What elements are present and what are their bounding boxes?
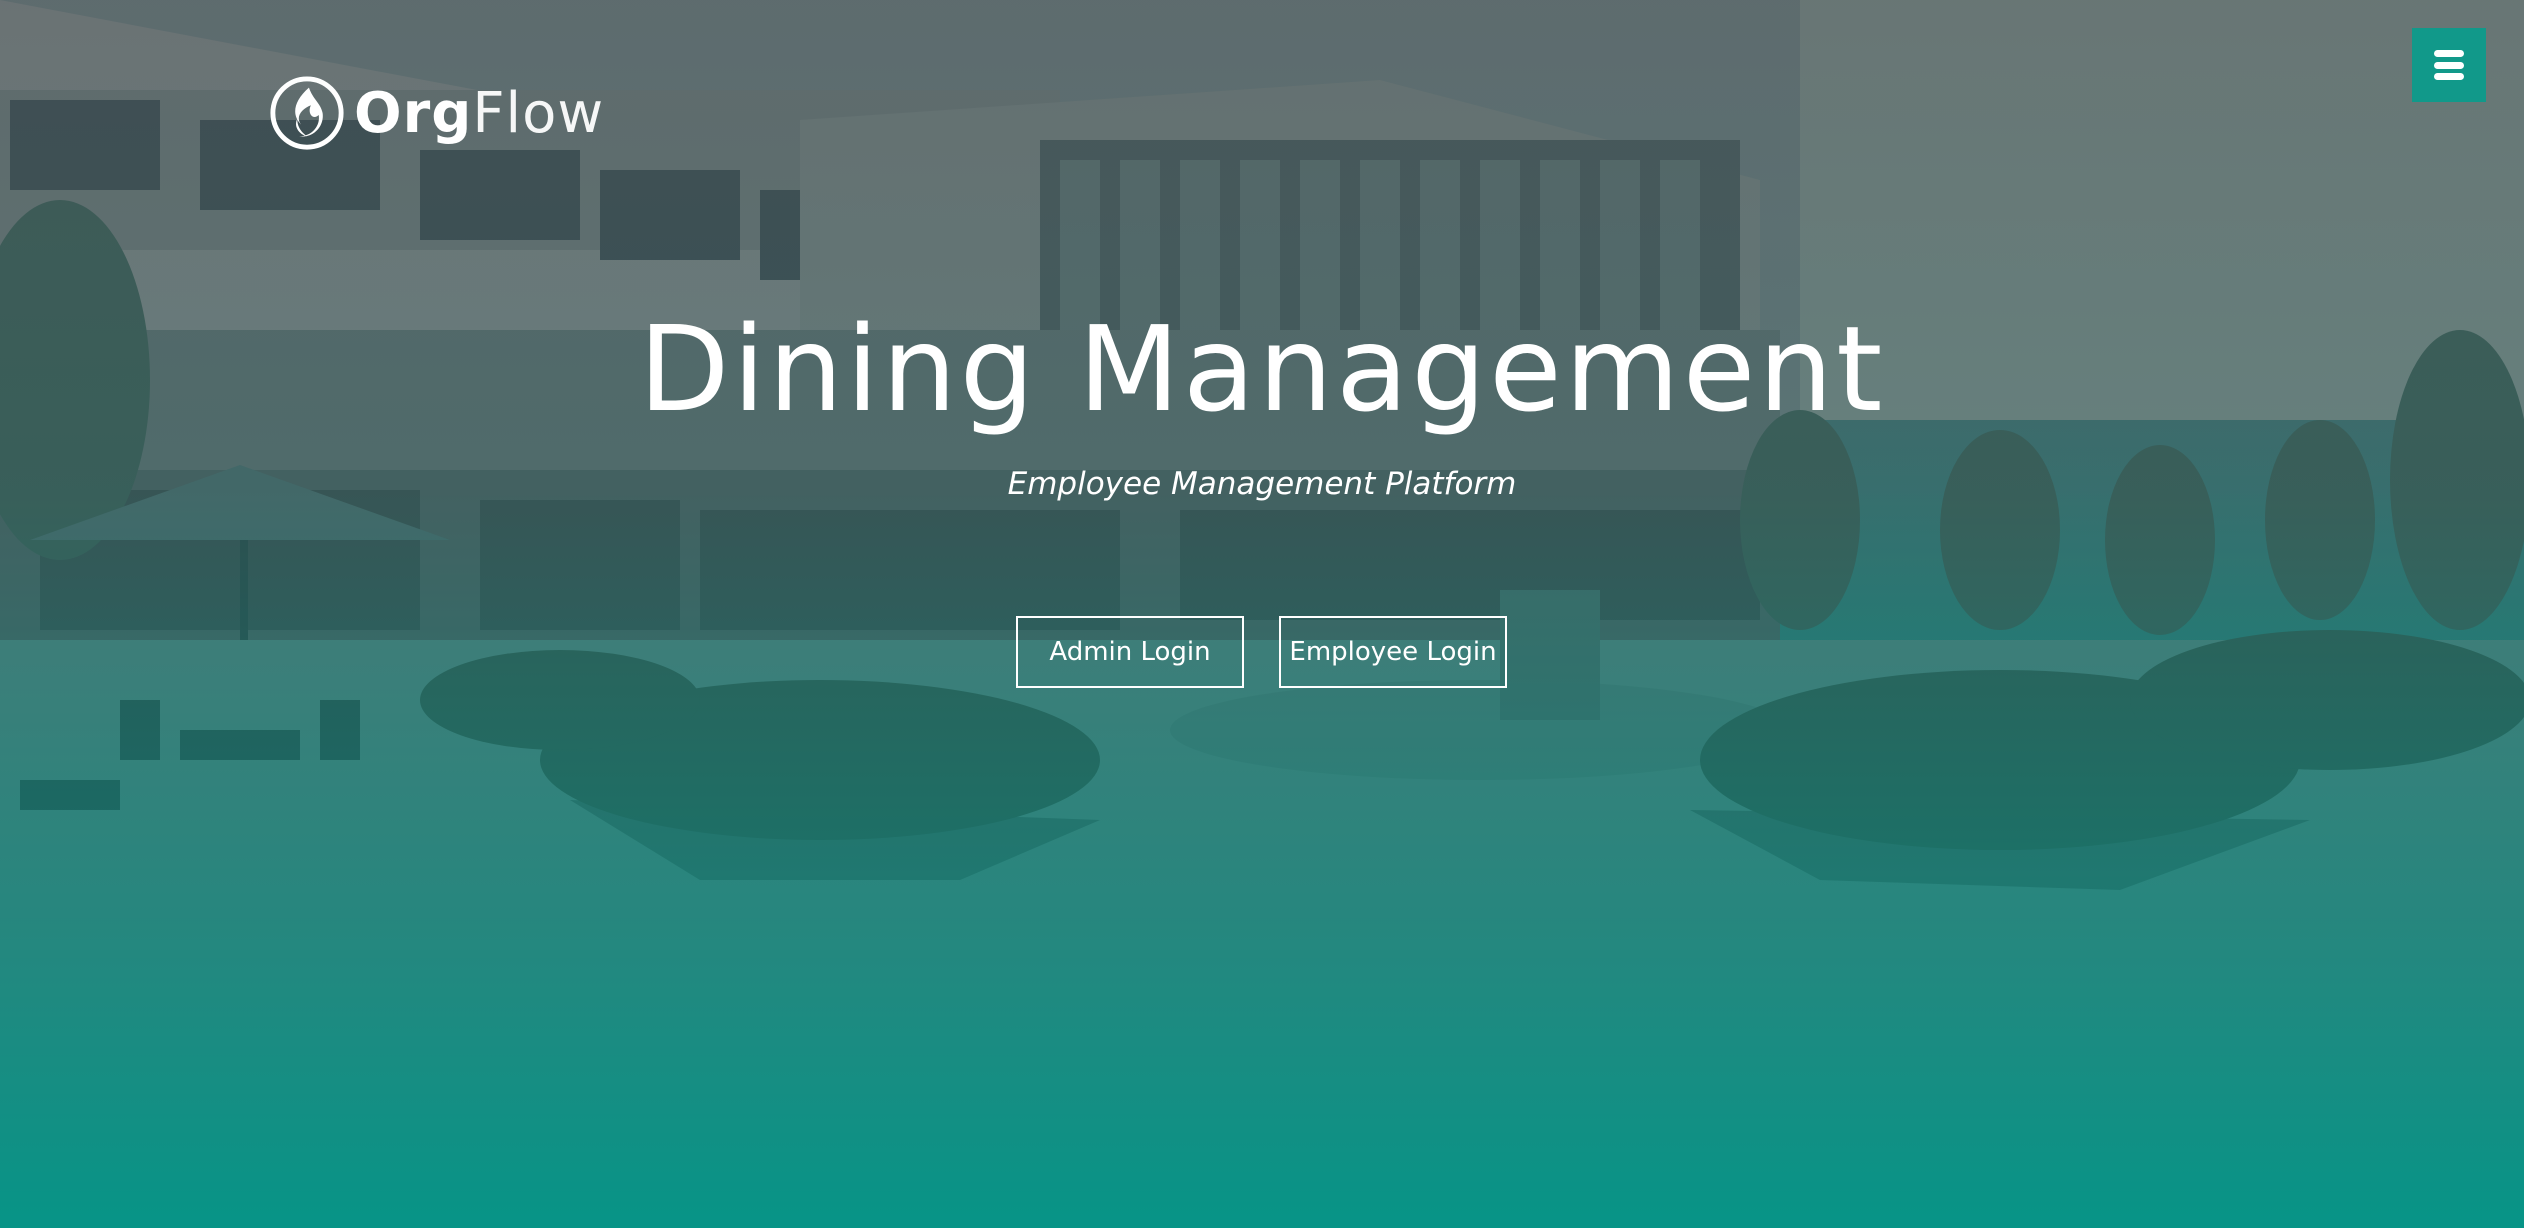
- gradient-overlay: [0, 0, 2524, 1228]
- hamburger-menu-icon: [2434, 50, 2464, 80]
- menu-button[interactable]: [2412, 28, 2486, 102]
- admin-login-button[interactable]: Admin Login: [1016, 616, 1244, 688]
- brand-logo[interactable]: OrgFlow: [268, 74, 604, 152]
- employee-login-button[interactable]: Employee Login: [1279, 616, 1507, 688]
- hero-section: OrgFlow Dining Management Employee Manag…: [0, 0, 2524, 1228]
- flame-logo-icon: [270, 76, 344, 150]
- brand-name-bold: Org: [354, 80, 473, 146]
- page-subtitle: Employee Management Platform: [1007, 466, 1517, 502]
- brand-name-light: Flow: [472, 80, 605, 146]
- page-title: Dining Management: [638, 300, 1886, 438]
- brand-name: OrgFlow: [354, 81, 604, 146]
